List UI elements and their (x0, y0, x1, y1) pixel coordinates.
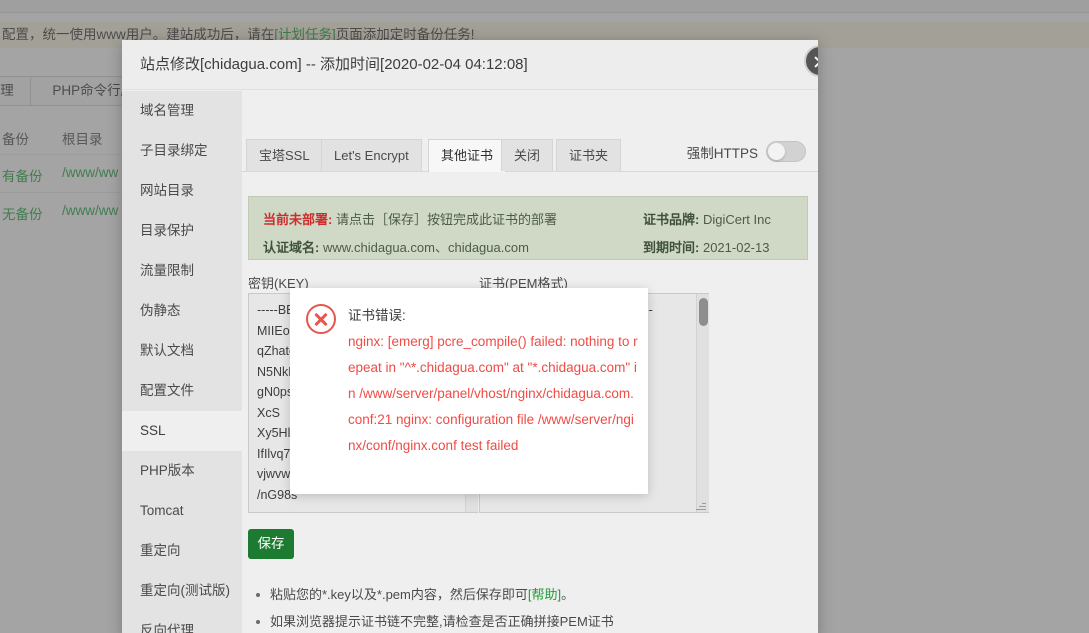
screen: 配置，统一使用www用户。建站成功后，请在[计划任务]页面添加定时备份任务! 理… (0, 0, 1089, 633)
sidebar-item-domain-management[interactable]: 域名管理 (122, 91, 242, 131)
info-expire-value: 2021-02-13 (702, 240, 770, 255)
tab-close[interactable]: 关闭 (501, 139, 554, 171)
info-brand-value: DigiCert Inc (702, 212, 771, 227)
ssl-tab-bar: 宝塔SSL Let's Encrypt 其他证书 关闭 证书夹 强制HTTPS (242, 139, 818, 172)
sidebar-item-tomcat[interactable]: Tomcat (122, 491, 242, 531)
sidebar-item-ssl[interactable]: SSL (122, 411, 242, 451)
error-x-circle-icon (306, 304, 336, 334)
certificate-info-box: 当前未部署: 请点击［保存］按钮完成此证书的部署 认证域名: www.chida… (248, 196, 808, 260)
help-text-suffix: 。 (561, 587, 575, 602)
help-list-item: 粘贴您的*.key以及*.pem内容，然后保存即可[帮助]。 (242, 581, 818, 608)
tab-certificate-folder[interactable]: 证书夹 (556, 139, 622, 171)
info-deploy-status-value: 请点击［保存］按钮完成此证书的部署 (335, 212, 557, 227)
modal-sidebar: 域名管理 子目录绑定 网站目录 目录保护 流量限制 伪静态 默认文档 配置文件 … (122, 91, 242, 633)
info-brand-key: 证书品牌: (643, 212, 700, 227)
tab-other-certificate[interactable]: 其他证书 (428, 139, 507, 172)
help-text: 如果浏览器提示证书链不完整,请检查是否正确拼接PEM证书 (270, 614, 614, 629)
force-https-label: 强制HTTPS (686, 145, 758, 161)
info-domains-key: 认证域名: (263, 240, 320, 255)
sidebar-item-subdirectory-binding[interactable]: 子目录绑定 (122, 131, 242, 171)
sidebar-item-php-version[interactable]: PHP版本 (122, 451, 242, 491)
certificate-textarea-scrollbar[interactable] (696, 294, 709, 512)
sidebar-item-redirect-beta[interactable]: 重定向(测试版) (122, 571, 242, 611)
info-brand: 证书品牌: DigiCert Inc (643, 209, 771, 228)
info-deploy-status: 当前未部署: 请点击［保存］按钮完成此证书的部署 (263, 209, 557, 228)
sidebar-item-site-directory[interactable]: 网站目录 (122, 171, 242, 211)
error-dialog-message: nginx: [emerg] pcre_compile() failed: no… (348, 334, 638, 453)
sidebar-item-directory-protection[interactable]: 目录保护 (122, 211, 242, 251)
force-https-toggle[interactable] (766, 141, 806, 162)
error-dialog-title: 证书错误: (348, 308, 406, 323)
toggle-knob (768, 143, 785, 160)
info-expire-key: 到期时间: (643, 240, 700, 255)
sidebar-item-pseudo-static[interactable]: 伪静态 (122, 291, 242, 331)
info-domains-value: www.chidagua.com、chidagua.com (322, 240, 529, 255)
sidebar-item-traffic-limit[interactable]: 流量限制 (122, 251, 242, 291)
tab-bt-ssl[interactable]: 宝塔SSL (246, 139, 323, 171)
certificate-error-dialog: 证书错误: nginx: [emerg] pcre_compile() fail… (290, 288, 648, 494)
modal-title: 站点修改[chidagua.com] -- 添加时间[2020-02-04 04… (122, 40, 818, 90)
sidebar-item-reverse-proxy[interactable]: 反向代理 (122, 611, 242, 633)
help-link[interactable]: [帮助] (528, 587, 561, 602)
info-domains: 认证域名: www.chidagua.com、chidagua.com (263, 237, 529, 256)
help-list: 粘贴您的*.key以及*.pem内容，然后保存即可[帮助]。 如果浏览器提示证书… (242, 581, 818, 633)
force-https-control: 强制HTTPS (687, 141, 806, 162)
info-deploy-status-key: 当前未部署: (263, 212, 333, 227)
scrollbar-thumb[interactable] (699, 298, 708, 326)
resize-handle-icon[interactable] (694, 499, 706, 511)
tab-lets-encrypt[interactable]: Let's Encrypt (321, 139, 422, 171)
save-button[interactable]: 保存 (248, 529, 294, 559)
help-text: 粘贴您的*.key以及*.pem内容，然后保存即可 (270, 587, 528, 602)
sidebar-item-config-file[interactable]: 配置文件 (122, 371, 242, 411)
info-expire: 到期时间: 2021-02-13 (643, 237, 769, 256)
sidebar-item-redirect[interactable]: 重定向 (122, 531, 242, 571)
help-list-item: 如果浏览器提示证书链不完整,请检查是否正确拼接PEM证书 (242, 608, 818, 633)
sidebar-item-default-document[interactable]: 默认文档 (122, 331, 242, 371)
